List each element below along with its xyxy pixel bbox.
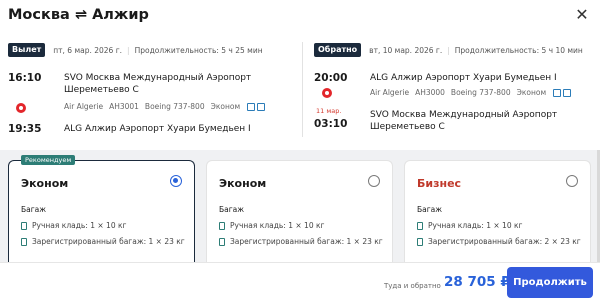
return-badge: Обратно [314, 43, 362, 57]
footer-bar: Туда и обратно 28 705 ₽ Продолжить [0, 262, 600, 303]
outbound-airline: Air Algerie [64, 102, 104, 111]
fare-radio[interactable] [368, 175, 380, 187]
outbound-date: пт, 6 мар. 2026 г. [53, 45, 123, 55]
checked-baggage-text: Зарегистрированный багаж: 1 × 23 кг [230, 237, 383, 246]
destination-city: Алжир [92, 7, 149, 23]
suitcase-icon [219, 237, 225, 246]
hand-luggage-text: Ручная кладь: 1 × 10 кг [428, 221, 523, 230]
outbound-meta: пт, 6 мар. 2026 г. | Продолжительность: 5 … [53, 45, 263, 55]
outbound-cabin: Эконом [210, 102, 241, 111]
checked-baggage: Зарегистрированный багаж: 2 × 23 кг [417, 237, 581, 246]
return-aircraft: Boeing 737-800 [450, 88, 511, 97]
baggage-label: Багаж [417, 205, 443, 214]
fare-card-economy[interactable]: Эконом Багаж Ручная кладь: 1 × 10 кг Зар… [206, 160, 393, 262]
meal-wifi-icon [247, 102, 266, 111]
hand-luggage: Ручная кладь: 1 × 10 кг [219, 221, 324, 230]
swap-icon: ⇌ [74, 7, 88, 23]
airline-logo-icon [16, 103, 26, 113]
hand-luggage: Ручная кладь: 1 × 10 кг [417, 221, 522, 230]
fare-title: Эконом [21, 177, 69, 190]
outbound-arr-time: 19:35 [8, 123, 42, 135]
continue-button[interactable]: Продолжить [507, 267, 593, 298]
fare-card-economy-recommended[interactable]: Рекомендуем Эконом Багаж Ручная кладь: 1… [8, 155, 195, 262]
return-flight-no: AH3000 [415, 88, 445, 97]
close-icon: ✕ [575, 4, 589, 24]
airline-logo-icon [322, 88, 332, 98]
total-price: 28 705 ₽ [444, 274, 510, 290]
return-dep-time: 20:00 [314, 72, 348, 84]
outbound-segment: Вылет пт, 6 мар. 2026 г. | Продолжительнос… [8, 42, 292, 152]
return-cabin: Эконом [516, 88, 547, 97]
hand-luggage: Ручная кладь: 1 × 10 кг [21, 221, 126, 230]
checked-baggage: Зарегистрированный багаж: 1 × 23 кг [219, 237, 383, 246]
baggage-label: Багаж [21, 205, 47, 214]
checked-baggage: Зарегистрированный багаж: 1 × 23 кг [21, 237, 185, 246]
return-airline: Air Algerie [370, 88, 410, 97]
hand-luggage-icon [219, 221, 225, 230]
fare-radio[interactable] [566, 175, 578, 187]
return-duration: Продолжительность: 5 ч 10 мин [454, 45, 583, 55]
return-header: Обратно вт, 10 мар. 2026 г. | Продолжитель… [314, 42, 598, 58]
return-arr-airport: SVO Москва Международный Аэропорт Шереме… [370, 110, 558, 132]
fare-card-business[interactable]: Бизнес Багаж Ручная кладь: 1 × 10 кг Зар… [404, 160, 591, 262]
outbound-flight-info: Air Algerie AH3001 Boeing 737-800 Эконом [64, 102, 271, 111]
outbound-flight-no: AH3001 [109, 102, 139, 111]
hand-luggage-text: Ручная кладь: 1 × 10 кг [32, 221, 127, 230]
outbound-dep-time: 16:10 [8, 72, 42, 84]
next-day-label: 11 мар. [316, 107, 342, 115]
return-segment: Обратно вт, 10 мар. 2026 г. | Продолжитель… [314, 42, 598, 152]
close-button[interactable]: ✕ [572, 4, 592, 24]
price-label: Туда и обратно [384, 282, 441, 290]
return-flight-info: Air Algerie AH3000 Boeing 737-800 Эконом [370, 88, 577, 97]
suitcase-icon [417, 237, 423, 246]
outbound-aircraft: Boeing 737-800 [144, 102, 205, 111]
meal-wifi-icon [553, 88, 572, 97]
checked-baggage-text: Зарегистрированный багаж: 1 × 23 кг [32, 237, 185, 246]
outbound-header: Вылет пт, 6 мар. 2026 г. | Продолжительнос… [8, 42, 292, 58]
route-title: Москва ⇌ Алжир [8, 7, 149, 23]
return-meta: вт, 10 мар. 2026 г. | Продолжительность: 5… [369, 45, 583, 55]
return-dep-airport: ALG Алжир Аэропорт Хуари Бумедьен I [370, 73, 557, 83]
outbound-duration: Продолжительность: 5 ч 25 мин [134, 45, 263, 55]
header: Москва ⇌ Алжир ✕ [0, 0, 600, 34]
fare-title: Бизнес [417, 177, 462, 190]
fare-title: Эконом [219, 177, 267, 190]
baggage-label: Багаж [219, 205, 245, 214]
outbound-arr-airport: ALG Алжир Аэропорт Хуари Бумедьен I [64, 124, 251, 134]
fare-radio[interactable] [170, 175, 182, 187]
outbound-badge: Вылет [8, 43, 46, 57]
origin-city: Москва [8, 7, 70, 23]
segment-divider [302, 42, 303, 137]
return-arr-time: 03:10 [314, 118, 348, 130]
fare-options: Рекомендуем Эконом Багаж Ручная кладь: 1… [0, 150, 600, 262]
return-date: вт, 10 мар. 2026 г. [369, 45, 443, 55]
outbound-dep-airport: SVO Москва Международный Аэропорт Шереме… [64, 73, 252, 95]
suitcase-icon [21, 237, 27, 246]
recommended-badge: Рекомендуем [21, 155, 76, 165]
hand-luggage-icon [417, 221, 423, 230]
hand-luggage-icon [21, 221, 27, 230]
checked-baggage-text: Зарегистрированный багаж: 2 × 23 кг [428, 237, 581, 246]
hand-luggage-text: Ручная кладь: 1 × 10 кг [230, 221, 325, 230]
